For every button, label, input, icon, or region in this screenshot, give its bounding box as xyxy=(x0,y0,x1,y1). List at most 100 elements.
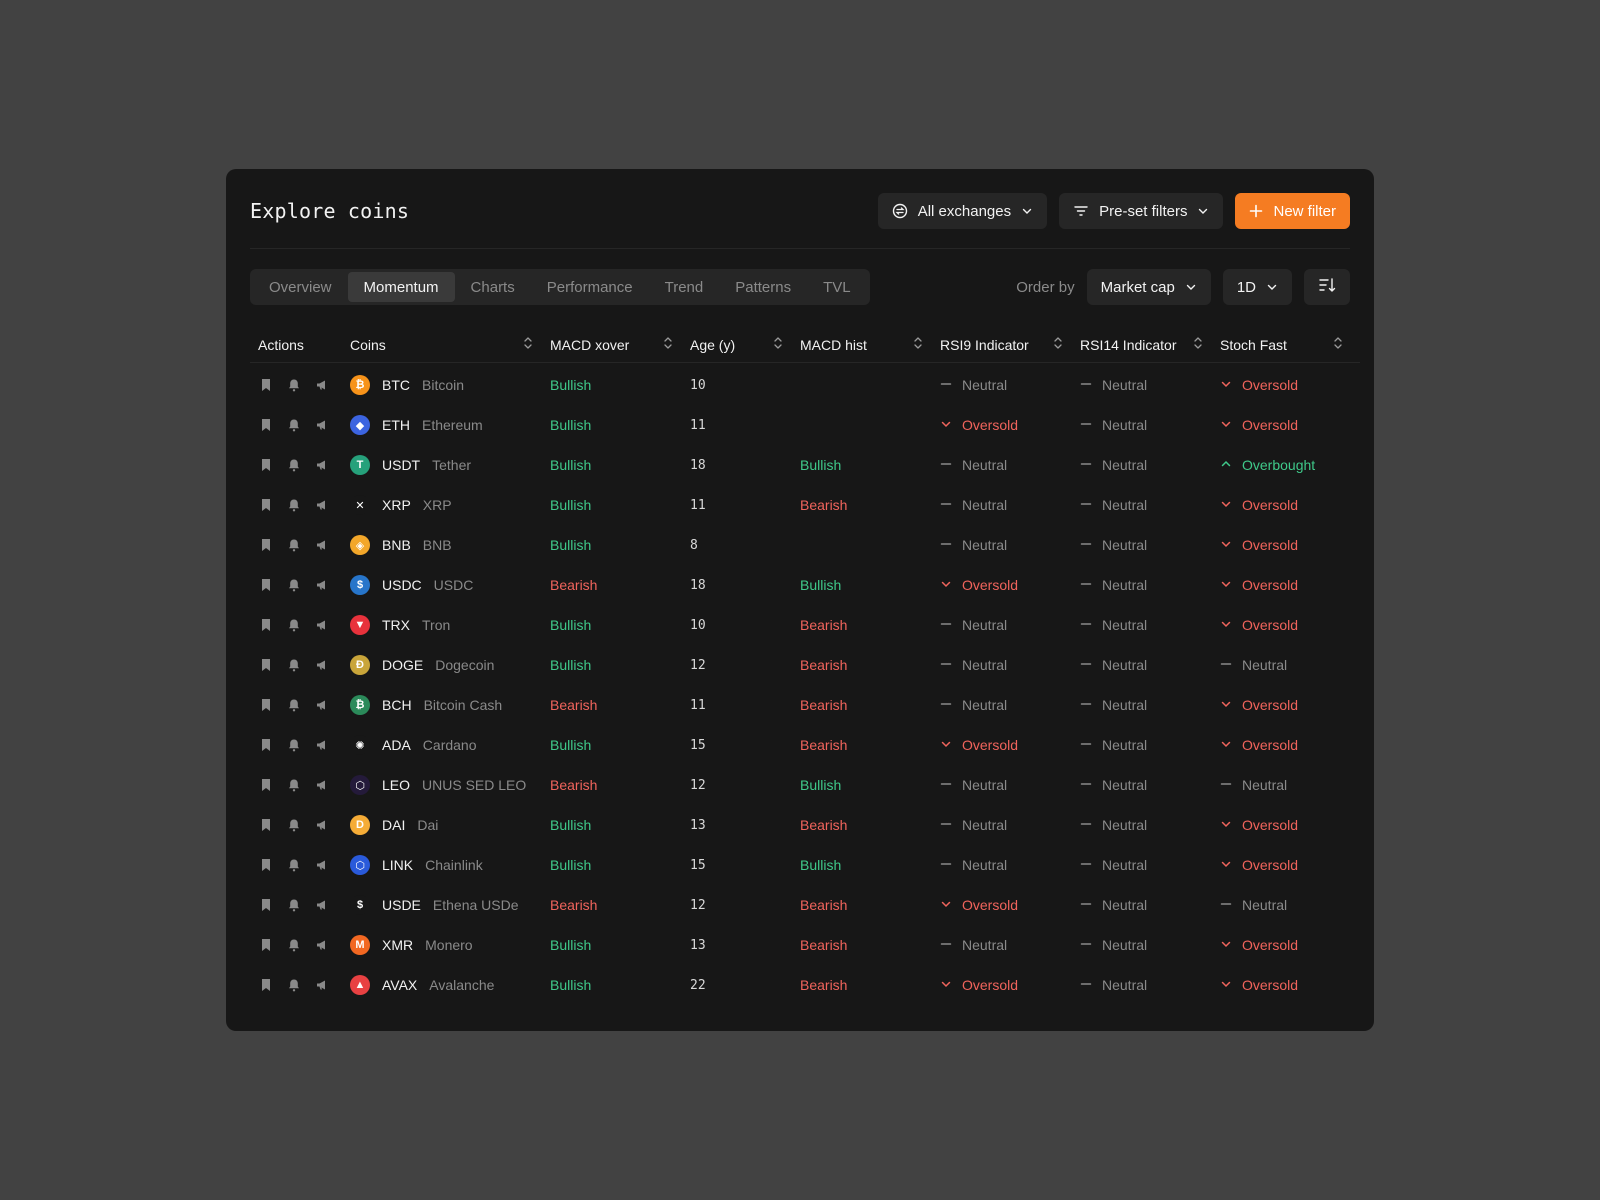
bell-icon[interactable] xyxy=(286,937,302,953)
table-row[interactable]: ▲ AVAX Avalanche Bullish 22 Bearish Oversold Ne… xyxy=(250,965,1360,1005)
megaphone-icon[interactable] xyxy=(314,617,330,633)
tab-tvl[interactable]: TVL xyxy=(807,272,867,302)
coin-cell[interactable]: ✕ XRP XRP xyxy=(350,495,550,515)
coin-cell[interactable]: ₿ BCH Bitcoin Cash xyxy=(350,695,550,715)
order-by-dropdown[interactable]: Market cap xyxy=(1086,269,1211,305)
bookmark-icon[interactable] xyxy=(258,897,274,913)
column-header-coins[interactable]: Coins xyxy=(350,336,550,353)
bookmark-icon[interactable] xyxy=(258,537,274,553)
bell-icon[interactable] xyxy=(286,777,302,793)
coin-cell[interactable]: ◆ ETH Ethereum xyxy=(350,415,550,435)
bookmark-icon[interactable] xyxy=(258,497,274,513)
tab-performance[interactable]: Performance xyxy=(531,272,649,302)
tab-charts[interactable]: Charts xyxy=(455,272,531,302)
bookmark-icon[interactable] xyxy=(258,697,274,713)
tab-momentum[interactable]: Momentum xyxy=(347,272,455,302)
period-dropdown[interactable]: 1D xyxy=(1222,269,1292,305)
bookmark-icon[interactable] xyxy=(258,937,274,953)
megaphone-icon[interactable] xyxy=(314,697,330,713)
bell-icon[interactable] xyxy=(286,977,302,993)
bookmark-icon[interactable] xyxy=(258,657,274,673)
table-row[interactable]: ◈ BNB BNB Bullish 8 Neutral Neutral Oversold xyxy=(250,525,1360,565)
all-exchanges-dropdown[interactable]: All exchanges xyxy=(877,193,1048,229)
bookmark-icon[interactable] xyxy=(258,417,274,433)
bookmark-icon[interactable] xyxy=(258,617,274,633)
column-header-rsi14-indicator[interactable]: RSI14 Indicator xyxy=(1080,336,1220,353)
table-row[interactable]: $ USDC USDC Bearish 18 Bullish Oversold Neutral… xyxy=(250,565,1360,605)
column-header-age-y[interactable]: Age (y) xyxy=(690,336,800,353)
new-filter-button[interactable]: New filter xyxy=(1235,193,1350,229)
megaphone-icon[interactable] xyxy=(314,657,330,673)
megaphone-icon[interactable] xyxy=(314,817,330,833)
table-row[interactable]: Ð DOGE Dogecoin Bullish 12 Bearish Neutral Neut… xyxy=(250,645,1360,685)
table-row[interactable]: ✕ XRP XRP Bullish 11 Bearish Neutral Neutral Ove… xyxy=(250,485,1360,525)
table-row[interactable]: ✺ ADA Cardano Bullish 15 Bearish Oversold Neutr… xyxy=(250,725,1360,765)
megaphone-icon[interactable] xyxy=(314,737,330,753)
megaphone-icon[interactable] xyxy=(314,537,330,553)
table-row[interactable]: ₿ BCH Bitcoin Cash Bearish 11 Bearish Neutral N… xyxy=(250,685,1360,725)
table-row[interactable]: $ USDE Ethena USDe Bearish 12 Bearish Oversold… xyxy=(250,885,1360,925)
coin-cell[interactable]: ◈ BNB BNB xyxy=(350,535,550,555)
bookmark-icon[interactable] xyxy=(258,817,274,833)
column-header-rsi9-indicator[interactable]: RSI9 Indicator xyxy=(940,336,1080,353)
bookmark-icon[interactable] xyxy=(258,857,274,873)
megaphone-icon[interactable] xyxy=(314,457,330,473)
bell-icon[interactable] xyxy=(286,377,302,393)
tab-patterns[interactable]: Patterns xyxy=(719,272,807,302)
megaphone-icon[interactable] xyxy=(314,497,330,513)
bell-icon[interactable] xyxy=(286,577,302,593)
table-row[interactable]: M XMR Monero Bullish 13 Bearish Neutral Neutral… xyxy=(250,925,1360,965)
coin-cell[interactable]: Ð DOGE Dogecoin xyxy=(350,655,550,675)
bookmark-icon[interactable] xyxy=(258,737,274,753)
coin-cell[interactable]: ▼ TRX Tron xyxy=(350,615,550,635)
column-header-macd-xover[interactable]: MACD xover xyxy=(550,336,690,353)
megaphone-icon[interactable] xyxy=(314,937,330,953)
coin-cell[interactable]: M XMR Monero xyxy=(350,935,550,955)
bookmark-icon[interactable] xyxy=(258,777,274,793)
bell-icon[interactable] xyxy=(286,537,302,553)
coin-cell[interactable]: ⬡ LEO UNUS SED LEO xyxy=(350,775,550,795)
coin-cell[interactable]: $ USDE Ethena USDe xyxy=(350,895,550,915)
bell-icon[interactable] xyxy=(286,417,302,433)
coin-cell[interactable]: ✺ ADA Cardano xyxy=(350,735,550,755)
tab-overview[interactable]: Overview xyxy=(253,272,348,302)
bell-icon[interactable] xyxy=(286,817,302,833)
bell-icon[interactable] xyxy=(286,897,302,913)
megaphone-icon[interactable] xyxy=(314,577,330,593)
megaphone-icon[interactable] xyxy=(314,977,330,993)
table-row[interactable]: ▼ TRX Tron Bullish 10 Bearish Neutral Neutral Ov… xyxy=(250,605,1360,645)
tab-trend[interactable]: Trend xyxy=(649,272,720,302)
bell-icon[interactable] xyxy=(286,697,302,713)
pre-set-filters-dropdown[interactable]: Pre-set filters xyxy=(1059,193,1224,229)
bookmark-icon[interactable] xyxy=(258,457,274,473)
table-row[interactable]: ⬡ LEO UNUS SED LEO Bearish 12 Bullish Neutral N… xyxy=(250,765,1360,805)
bookmark-icon[interactable] xyxy=(258,577,274,593)
bell-icon[interactable] xyxy=(286,737,302,753)
sort-direction-button[interactable] xyxy=(1304,269,1350,305)
coin-cell[interactable]: ▲ AVAX Avalanche xyxy=(350,975,550,995)
table-row[interactable]: ◆ ETH Ethereum Bullish 11 Oversold Neutral Over… xyxy=(250,405,1360,445)
bell-icon[interactable] xyxy=(286,857,302,873)
bell-icon[interactable] xyxy=(286,497,302,513)
megaphone-icon[interactable] xyxy=(314,417,330,433)
megaphone-icon[interactable] xyxy=(314,897,330,913)
megaphone-icon[interactable] xyxy=(314,777,330,793)
bookmark-icon[interactable] xyxy=(258,977,274,993)
coin-cell[interactable]: D DAI Dai xyxy=(350,815,550,835)
table-row[interactable]: T USDT Tether Bullish 18 Bullish Neutral Neutra… xyxy=(250,445,1360,485)
coin-cell[interactable]: ⬡ LINK Chainlink xyxy=(350,855,550,875)
bell-icon[interactable] xyxy=(286,457,302,473)
bookmark-icon[interactable] xyxy=(258,377,274,393)
column-header-stoch-fast[interactable]: Stoch Fast xyxy=(1220,336,1360,353)
table-row[interactable]: ⬡ LINK Chainlink Bullish 15 Bullish Neutral Neu… xyxy=(250,845,1360,885)
megaphone-icon[interactable] xyxy=(314,377,330,393)
bell-icon[interactable] xyxy=(286,657,302,673)
coin-cell[interactable]: $ USDC USDC xyxy=(350,575,550,595)
table-row[interactable]: ₿ BTC Bitcoin Bullish 10 Neutral Neutral Overso… xyxy=(250,365,1360,405)
coin-cell[interactable]: ₿ BTC Bitcoin xyxy=(350,375,550,395)
bell-icon[interactable] xyxy=(286,617,302,633)
column-header-macd-hist[interactable]: MACD hist xyxy=(800,336,940,353)
megaphone-icon[interactable] xyxy=(314,857,330,873)
table-row[interactable]: D DAI Dai Bullish 13 Bearish Neutral Neutral Ove… xyxy=(250,805,1360,845)
coin-cell[interactable]: T USDT Tether xyxy=(350,455,550,475)
